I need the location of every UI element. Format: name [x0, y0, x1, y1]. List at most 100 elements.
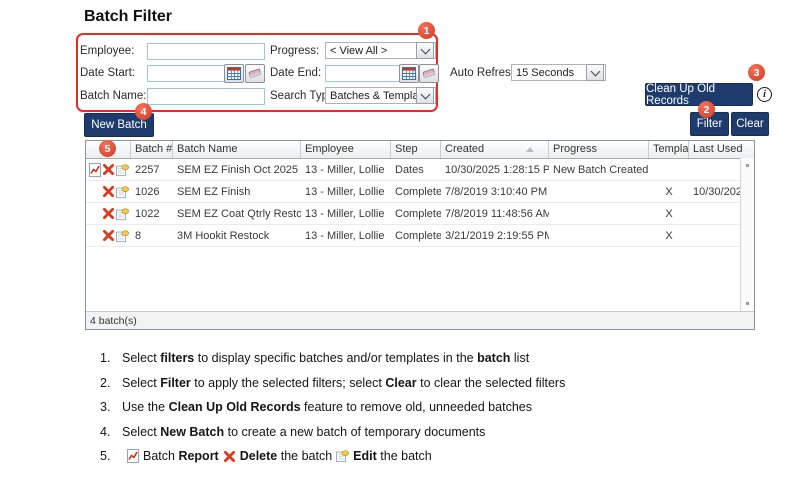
- cell-template: X: [649, 230, 689, 242]
- table-row[interactable]: 1022SEM EZ Coat Qtrly Restock13 - Miller…: [86, 203, 754, 225]
- instruction-plain-text: Select: [122, 375, 160, 391]
- date-end-calendar-button[interactable]: [399, 64, 419, 83]
- delete-icon[interactable]: [102, 228, 115, 243]
- annotation-badge-1: 1: [418, 22, 435, 39]
- instruction-number: 4.: [100, 424, 122, 440]
- instructions-list: 1.Select filters to display specific bat…: [100, 350, 720, 473]
- edit-icon[interactable]: [116, 162, 129, 177]
- sort-ascending-icon: [526, 147, 534, 152]
- instruction-text: Batch ReportDelete the batchEdit the bat…: [122, 448, 432, 464]
- instruction-plain-text: to clear the selected filters: [417, 375, 566, 391]
- date-start-calendar-button[interactable]: [224, 64, 244, 83]
- instruction-item: 5.Batch ReportDelete the batchEdit the b…: [100, 448, 720, 464]
- delete-icon[interactable]: [102, 162, 115, 177]
- cell-employee: 13 - Miller, Lollie: [301, 208, 391, 220]
- column-header-batch-number[interactable]: Batch #: [131, 141, 173, 158]
- instruction-number: 2.: [100, 375, 122, 391]
- instruction-plain-text: Select: [122, 424, 160, 440]
- cell-batch-number: 8: [131, 230, 173, 242]
- column-header-step[interactable]: Step: [391, 141, 441, 158]
- instruction-bold-text: batch: [477, 350, 510, 366]
- cell-employee: 13 - Miller, Lollie: [301, 230, 391, 242]
- row-action-icons: [86, 228, 131, 243]
- row-action-icons: [86, 184, 131, 199]
- row-action-icons: [86, 206, 131, 221]
- batch-filter-window: Batch Filter Employee: Progress: < View …: [0, 0, 796, 490]
- delete-icon[interactable]: [223, 449, 236, 464]
- search-type-select[interactable]: Batches & Templates: [325, 87, 436, 104]
- edit-icon[interactable]: [116, 206, 129, 221]
- progress-select[interactable]: < View All >: [325, 42, 436, 59]
- chevron-down-icon[interactable]: [416, 87, 434, 104]
- chevron-down-icon[interactable]: [416, 42, 434, 59]
- cell-employee: 13 - Miller, Lollie: [301, 164, 391, 176]
- date-end-clear-button[interactable]: [419, 64, 439, 83]
- chevron-down-icon[interactable]: [586, 64, 604, 81]
- batch-name-input[interactable]: [147, 88, 265, 105]
- edit-icon[interactable]: [116, 184, 129, 199]
- column-header-last-used[interactable]: Last Used: [689, 141, 743, 158]
- delete-icon[interactable]: [102, 184, 115, 199]
- instruction-text: Select filters to display specific batch…: [122, 350, 529, 366]
- date-start-label: Date Start:: [80, 67, 135, 79]
- scroll-down-icon[interactable]: [746, 302, 749, 305]
- column-header-created-label: Created: [445, 143, 484, 155]
- auto-refresh-select[interactable]: 15 Seconds: [511, 64, 606, 81]
- date-start-clear-button[interactable]: [245, 64, 265, 83]
- column-header-created[interactable]: Created: [441, 141, 549, 158]
- cell-batch-name: 3M Hookit Restock: [173, 230, 301, 242]
- instruction-bold-text: filters: [160, 350, 194, 366]
- edit-icon[interactable]: [116, 228, 129, 243]
- cell-progress: New Batch Created: [549, 164, 649, 176]
- instruction-bold-text: Clean Up Old Records: [169, 399, 301, 415]
- search-type-selected-value: Batches & Templates: [326, 90, 416, 102]
- delete-icon[interactable]: [102, 206, 115, 221]
- instruction-plain-text: to display specific batches and/or templ…: [194, 350, 477, 366]
- cell-template: X: [649, 208, 689, 220]
- page-title: Batch Filter: [84, 8, 172, 26]
- date-start-input[interactable]: [147, 65, 226, 82]
- column-header-template[interactable]: Template: [649, 141, 689, 158]
- instruction-plain-text: list: [510, 350, 529, 366]
- clear-button[interactable]: Clear: [731, 112, 769, 136]
- cell-last-used: 10/30/2025: [689, 186, 743, 198]
- annotation-badge-2: 2: [698, 101, 715, 118]
- info-icon[interactable]: i: [757, 87, 772, 102]
- column-header-progress[interactable]: Progress: [549, 141, 649, 158]
- cell-batch-number: 1022: [131, 208, 173, 220]
- instruction-item: 3.Use the Clean Up Old Records feature t…: [100, 399, 720, 415]
- instruction-bold-text: Report: [178, 448, 218, 464]
- cell-batch-number: 1026: [131, 186, 173, 198]
- instruction-bold-text: Clear: [385, 375, 416, 391]
- employee-input[interactable]: [147, 43, 265, 60]
- column-header-employee[interactable]: Employee: [301, 141, 391, 158]
- clean-up-old-records-button[interactable]: Clean Up Old Records: [645, 83, 753, 106]
- report-icon[interactable]: [126, 449, 139, 464]
- table-header-row: Batch # Batch Name Employee Step Created…: [86, 141, 754, 159]
- instruction-plain-text: the batch: [277, 448, 332, 464]
- instruction-text: Select New Batch to create a new batch o…: [122, 424, 485, 440]
- auto-refresh-label: Auto Refresh:: [450, 67, 520, 79]
- table-row[interactable]: 83M Hookit Restock13 - Miller, LollieCom…: [86, 225, 754, 247]
- vertical-scrollbar[interactable]: [740, 158, 754, 311]
- report-icon[interactable]: [88, 162, 101, 177]
- instruction-bold-text: Delete: [240, 448, 278, 464]
- cell-step: Dates: [391, 164, 441, 176]
- date-end-label: Date End:: [270, 67, 321, 79]
- table-row[interactable]: 2257SEM EZ Finish Oct 202513 - Miller, L…: [86, 159, 754, 181]
- batch-name-label: Batch Name:: [80, 90, 146, 102]
- date-end-input[interactable]: [325, 65, 401, 82]
- table-row[interactable]: 1026SEM EZ Finish13 - Miller, LollieComp…: [86, 181, 754, 203]
- edit-icon[interactable]: [336, 449, 349, 464]
- instruction-bold-text: Filter: [160, 375, 191, 391]
- annotation-badge-5: 5: [99, 140, 116, 157]
- table-status-bar: 4 batch(s): [86, 311, 754, 329]
- eraser-icon: [422, 68, 436, 79]
- column-header-batch-name[interactable]: Batch Name: [173, 141, 301, 158]
- instruction-number: 5.: [100, 448, 122, 464]
- instruction-item: 1.Select filters to display specific bat…: [100, 350, 720, 366]
- row-action-icons: [86, 162, 131, 177]
- scroll-up-icon[interactable]: [746, 164, 749, 167]
- cell-batch-name: SEM EZ Finish Oct 2025: [173, 164, 301, 176]
- annotation-badge-3: 3: [748, 64, 765, 81]
